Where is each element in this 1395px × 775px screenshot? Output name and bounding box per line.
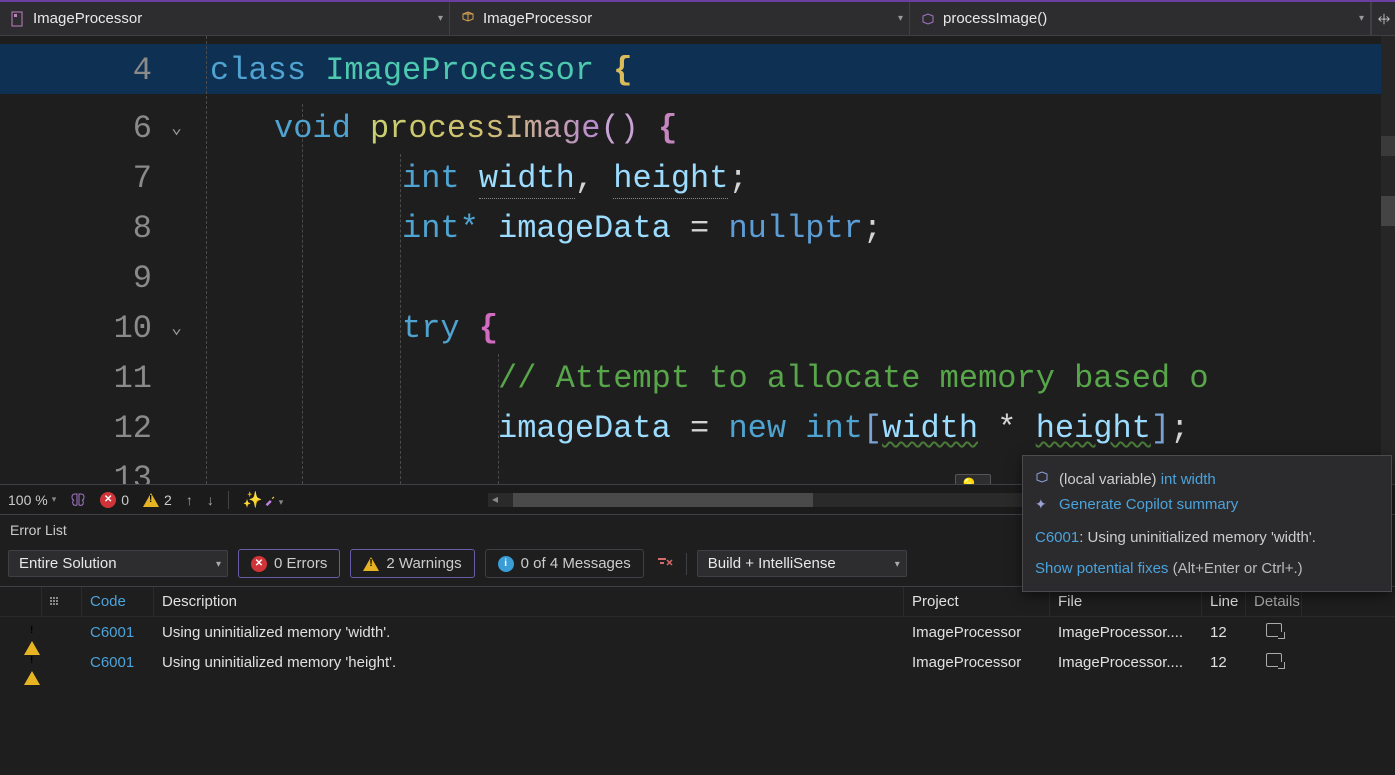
error-project: ImageProcessor [904,651,1050,674]
cleanup-icon[interactable]: ✨▾ [243,490,283,510]
messages-filter-button[interactable]: i0 of 4 Messages [485,549,644,578]
tooltip-shortcut: (Alt+Enter or Ctrl+.) [1168,560,1302,577]
method-icon [920,11,936,27]
tooltip-error-code[interactable]: C6001 [1035,529,1079,546]
scrollbar-thumb[interactable] [513,493,813,507]
column-grip[interactable] [42,587,82,616]
intellicode-icon[interactable] [70,492,86,508]
warning-icon [24,654,40,685]
clear-filter-icon[interactable] [654,555,676,573]
error-code[interactable]: C6001 [82,621,154,644]
error-file: ImageProcessor.... [1050,621,1202,644]
error-count[interactable]: ✕0 [100,492,129,508]
fold-icon[interactable]: ⌄ [171,104,182,154]
copilot-summary-link[interactable]: Generate Copilot summary [1059,496,1238,513]
errors-filter-button[interactable]: ✕0 Errors [238,549,340,578]
tooltip-type: int width [1161,471,1216,488]
breadcrumb: ImageProcessor ▾ ImageProcessor ▾ proces… [0,0,1395,36]
next-issue-icon[interactable]: ↓ [207,492,214,508]
error-row[interactable]: C6001Using uninitialized memory 'width'.… [0,617,1395,647]
chevron-down-icon: ▾ [438,13,443,24]
code-content: class ImageProcessor { void processImage… [210,36,1395,484]
line-gutter: 4 6 ⌄ 7 8 9 10 ⌄ 11 12 13 [0,36,172,484]
sparkle-icon: ✦ [1035,496,1051,513]
breadcrumb-file-label: ImageProcessor [33,10,142,27]
vertical-scroll-indicator[interactable] [1381,36,1395,484]
column-description[interactable]: Description [154,587,904,616]
error-description: Using uninitialized memory 'width'. [154,621,904,644]
column-code[interactable]: Code [82,587,154,616]
chevron-down-icon: ▾ [1359,13,1364,24]
lightbulb-icon[interactable]: 💡▾ [955,474,991,484]
file-icon [10,11,26,27]
class-icon [460,11,476,27]
chevron-down-icon: ▾ [898,13,903,24]
warnings-filter-button[interactable]: 2 Warnings [350,549,474,578]
tooltip-kind: (local variable) [1059,471,1157,488]
breadcrumb-file[interactable]: ImageProcessor ▾ [0,2,450,35]
tooltip-error-message: Using uninitialized memory 'width'. [1088,529,1316,546]
split-view-icon[interactable] [1371,2,1395,35]
error-line: 12 [1202,621,1246,644]
error-row[interactable]: C6001Using uninitialized memory 'height'… [0,647,1395,677]
breadcrumb-method-label: processImage() [943,10,1047,27]
breadcrumb-class-label: ImageProcessor [483,10,592,27]
error-code[interactable]: C6001 [82,651,154,674]
error-description: Using uninitialized memory 'height'. [154,651,904,674]
show-fixes-link[interactable]: Show potential fixes [1035,560,1168,577]
build-intellisense-combo[interactable]: Build + IntelliSense▾ [697,550,907,577]
scope-combo[interactable]: Entire Solution▾ [8,550,228,577]
warning-icon [24,624,40,655]
copy-details-icon[interactable] [1266,623,1282,637]
error-project: ImageProcessor [904,621,1050,644]
zoom-combo[interactable]: 100 %▾ [8,492,56,508]
code-editor[interactable]: 4 6 ⌄ 7 8 9 10 ⌄ 11 12 13 class ImagePro… [0,36,1395,484]
copy-details-icon[interactable] [1266,653,1282,667]
error-line: 12 [1202,651,1246,674]
breadcrumb-method[interactable]: processImage() ▾ [910,2,1371,35]
fold-icon[interactable]: ⌄ [171,304,182,354]
intellisense-tooltip: (local variable) int width ✦ Generate Co… [1022,455,1392,592]
error-file: ImageProcessor.... [1050,651,1202,674]
warning-count[interactable]: 2 [143,492,172,508]
line-number: 4 [92,46,152,96]
prev-issue-icon[interactable]: ↑ [186,492,193,508]
breadcrumb-class[interactable]: ImageProcessor ▾ [450,2,910,35]
variable-icon [1035,470,1051,488]
